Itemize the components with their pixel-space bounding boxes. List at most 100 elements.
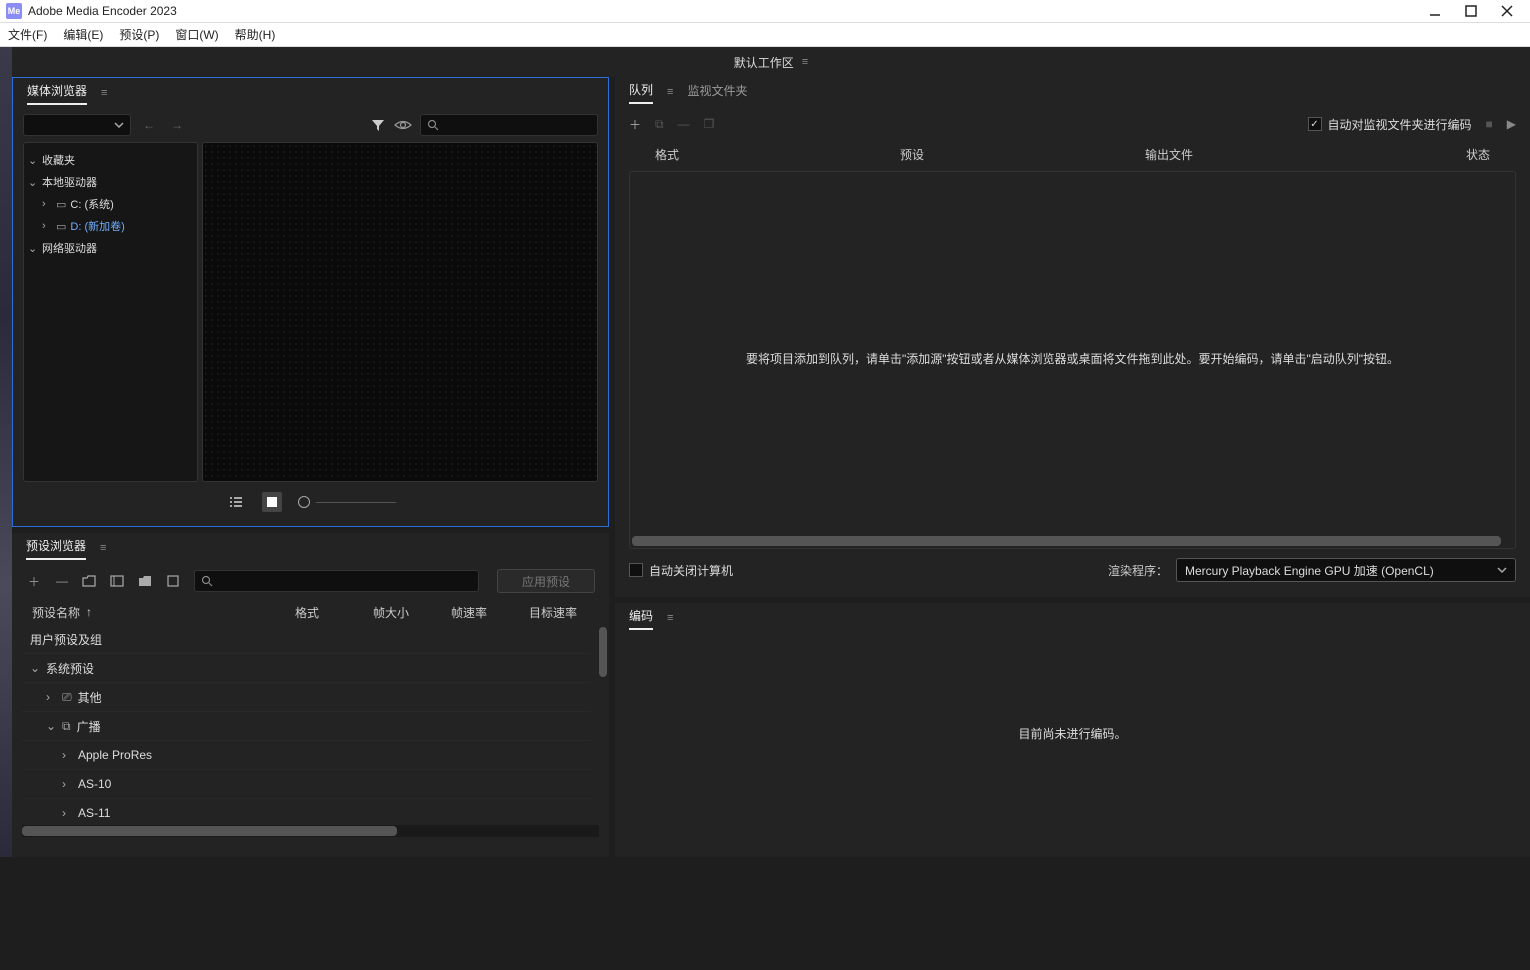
encoding-panel: 编码 ≡ 目前尚未进行编码。 [615,603,1530,857]
nav-back-button[interactable]: ← [139,118,159,132]
view-thumbnail-button[interactable] [262,492,282,512]
remove-button[interactable]: — [678,117,690,131]
edge-strip [0,47,12,857]
tree-label: D: (新加卷) [70,218,124,234]
header-format: 格式 [655,146,900,163]
media-preview-area [202,142,598,482]
start-queue-button[interactable]: ▶ [1507,117,1516,131]
queue-drop-text: 要将项目添加到队列，请单击"添加源"按钮或者从媒体浏览器或桌面将文件拖到此处。要… [746,350,1399,369]
header-output: 输出文件 [1145,146,1390,163]
monitor-icon: ⎚ [62,690,72,705]
header-frame-size[interactable]: 帧大小 [373,604,443,621]
row-label: 其他 [78,689,102,706]
sort-arrow-icon: ↑ [86,605,92,619]
tree-drive-d[interactable]: ›▭D: (新加卷) [28,215,193,237]
queue-drop-area[interactable]: 要将项目添加到队列，请单击"添加源"按钮或者从媒体浏览器或桌面将文件拖到此处。要… [629,171,1516,549]
queue-headers: 格式 预设 输出文件 状态 [615,141,1530,167]
row-label: 系统预设 [46,660,94,677]
workspace-bar: 默认工作区 ≡ [12,47,1530,77]
workspace-label[interactable]: 默认工作区 [734,54,794,71]
menu-file[interactable]: 文件(F) [8,26,47,43]
render-label: 渲染程序： [1108,562,1168,579]
tree-label: 收藏夹 [42,152,75,168]
view-list-button[interactable] [226,492,246,512]
preset-export-button[interactable] [166,575,182,587]
apply-preset-button[interactable]: 应用预设 [497,569,595,593]
add-output-button[interactable]: ⧉ [655,117,664,132]
header-status: 状态 [1390,146,1490,163]
zoom-slider[interactable] [298,496,396,508]
close-button[interactable] [1500,4,1514,18]
tab-encoding[interactable]: 编码 [629,607,653,630]
media-tree: ⌄收藏夹 ⌄本地驱动器 ›▭C: (系统) ›▭D: (新加卷) ⌄网络驱动器 [23,142,198,482]
preset-headers: 预设名称 ↑ 格式 帧大小 帧速率 目标速率 [12,599,609,625]
app-title: Adobe Media Encoder 2023 [28,4,1428,18]
menu-preset[interactable]: 预设(P) [119,26,159,43]
preset-row-as11[interactable]: ›AS-11 [22,799,591,825]
preset-list: 用户预设及组 ⌄系统预设 ›⎚其他 ⌄⧉广播 ›Apple ProRes ›AS… [12,625,609,825]
preset-add-button[interactable]: ＋ [26,573,42,590]
preset-row-broadcast[interactable]: ⌄⧉广播 [22,712,591,741]
preset-import-button[interactable] [138,575,154,587]
queue-menu-icon[interactable]: ≡ [667,86,673,98]
auto-encode-label: 自动对监视文件夹进行编码 [1328,116,1472,133]
tree-network-drives[interactable]: ⌄网络驱动器 [28,237,193,259]
auto-shutdown-checkbox[interactable]: 自动关闭计算机 [629,562,733,579]
tree-label: C: (系统) [70,196,113,212]
preset-remove-button[interactable]: — [54,574,70,588]
workspace-menu-icon[interactable]: ≡ [802,56,808,68]
encoding-menu-icon[interactable]: ≡ [667,612,673,624]
preset-settings-button[interactable] [110,575,126,587]
media-search-input[interactable] [420,114,598,136]
queue-hscrollbar[interactable] [632,536,1501,546]
header-preset: 预设 [900,146,1145,163]
stop-queue-button[interactable]: ■ [1486,117,1493,131]
minimize-button[interactable] [1428,4,1442,18]
preset-row-user[interactable]: 用户预设及组 [22,625,591,654]
header-format[interactable]: 格式 [295,604,365,621]
menu-edit[interactable]: 编辑(E) [63,26,103,43]
duplicate-button[interactable]: ❐ [704,117,715,131]
zoom-handle-icon [298,496,310,508]
preset-row-as10[interactable]: ›AS-10 [22,770,591,799]
render-engine-select[interactable]: Mercury Playback Engine GPU 加速 (OpenCL) [1176,558,1516,582]
app-icon: Me [6,3,22,19]
header-frame-rate[interactable]: 帧速率 [451,604,521,621]
menu-window[interactable]: 窗口(W) [175,26,218,43]
tree-favorites[interactable]: ⌄收藏夹 [28,149,193,171]
header-target-rate[interactable]: 目标速率 [529,604,589,621]
media-browser-panel: 媒体浏览器 ≡ ← → ⌄收藏夹 ⌄本地驱动器 ›▭C: (系统) ›▭D: (… [12,77,609,527]
drive-icon: ▭ [56,220,66,233]
broadcast-icon: ⧉ [62,719,71,734]
media-browser-menu-icon[interactable]: ≡ [101,87,107,99]
add-source-button[interactable]: ＋ [629,116,641,133]
tab-watch-folder[interactable]: 监视文件夹 [687,82,747,103]
media-path-dropdown[interactable] [23,114,131,136]
queue-panel: 队列 ≡ 监视文件夹 ＋ ⧉ — ❐ ✓ 自动对监视文件夹进行编码 ■ ▶ 格式… [615,77,1530,597]
tab-media-browser[interactable]: 媒体浏览器 [27,82,87,105]
tab-queue[interactable]: 队列 [629,81,653,104]
filter-icon[interactable] [370,117,386,133]
preset-row-system[interactable]: ⌄系统预设 [22,654,591,683]
tree-local-drives[interactable]: ⌄本地驱动器 [28,171,193,193]
auto-encode-checkbox[interactable]: ✓ 自动对监视文件夹进行编码 [1308,116,1472,133]
nav-forward-button[interactable]: → [167,118,187,132]
tree-label: 网络驱动器 [42,240,97,256]
preset-browser-menu-icon[interactable]: ≡ [100,542,106,554]
tab-preset-browser[interactable]: 预设浏览器 [26,537,86,560]
preset-hscrollbar[interactable] [22,825,599,837]
menu-help[interactable]: 帮助(H) [235,26,276,43]
row-label: 广播 [77,718,101,735]
maximize-button[interactable] [1464,4,1478,18]
eye-icon[interactable] [394,118,412,132]
row-label: Apple ProRes [78,748,152,762]
preset-newgroup-button[interactable] [82,575,98,587]
header-preset-name[interactable]: 预设名称 [32,604,80,621]
tree-drive-c[interactable]: ›▭C: (系统) [28,193,193,215]
preset-vscrollbar[interactable] [599,627,607,677]
preset-row-apple-prores[interactable]: ›Apple ProRes [22,741,591,770]
tree-label: 本地驱动器 [42,174,97,190]
preset-row-other[interactable]: ›⎚其他 [22,683,591,712]
row-label: AS-11 [78,806,110,820]
preset-search-input[interactable] [194,570,479,592]
